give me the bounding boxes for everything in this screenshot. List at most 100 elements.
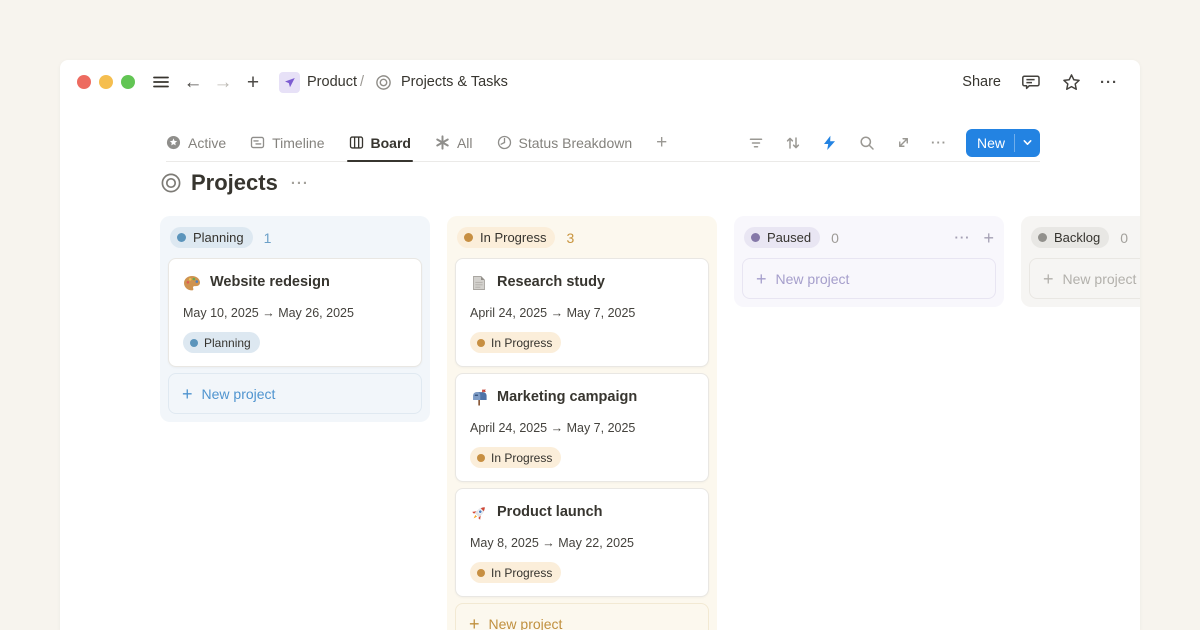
clock-chart-icon xyxy=(497,135,512,150)
page-title-row: Projects ··· xyxy=(160,170,309,196)
status-dot xyxy=(751,233,760,242)
status-dot xyxy=(190,339,198,347)
board: Planning 1 Website redesign May 10, 2025… xyxy=(160,216,1140,630)
page-title[interactable]: Projects xyxy=(191,170,278,196)
new-page-plus-icon[interactable]: + xyxy=(241,70,265,94)
card-status-badge: Planning xyxy=(183,332,260,353)
workspace-app-icon[interactable] xyxy=(279,72,300,93)
memo-icon xyxy=(470,274,488,292)
share-button[interactable]: Share xyxy=(962,74,1001,90)
new-button[interactable]: New xyxy=(966,129,1040,157)
star-circle-icon xyxy=(166,135,181,150)
plus-icon: + xyxy=(756,270,767,288)
new-project-button[interactable]: + New project xyxy=(742,258,996,299)
new-project-label: New project xyxy=(202,386,276,402)
tab-all[interactable]: All xyxy=(435,124,473,161)
status-label: In Progress xyxy=(491,336,552,350)
tab-label: Status Breakdown xyxy=(519,135,633,151)
more-options-icon[interactable]: ··· xyxy=(1100,74,1118,91)
sidebar-menu-icon[interactable] xyxy=(149,70,173,94)
column-header: In Progress 3 xyxy=(457,227,707,248)
group-count: 0 xyxy=(1120,230,1128,246)
column-planning: Planning 1 Website redesign May 10, 2025… xyxy=(160,216,430,422)
new-project-button[interactable]: + New project xyxy=(168,373,422,414)
tab-label: Timeline xyxy=(272,135,324,151)
column-header: Planning 1 xyxy=(170,227,420,248)
status-label: In Progress xyxy=(491,451,552,465)
tab-timeline[interactable]: Timeline xyxy=(250,124,324,161)
group-pill[interactable]: Backlog xyxy=(1031,227,1109,248)
new-project-label: New project xyxy=(1063,271,1137,287)
add-view-button[interactable]: + xyxy=(656,124,667,161)
new-project-button[interactable]: + New project xyxy=(455,603,709,630)
plus-icon: + xyxy=(469,615,480,630)
status-label: In Progress xyxy=(491,566,552,580)
tab-board[interactable]: Board xyxy=(349,124,411,161)
favorite-star-icon[interactable] xyxy=(1059,70,1083,94)
search-icon[interactable] xyxy=(857,133,877,153)
project-card[interactable]: Product launch May 8, 2025 → May 22, 202… xyxy=(455,488,709,597)
new-project-label: New project xyxy=(776,271,850,287)
group-name: In Progress xyxy=(480,230,546,245)
card-dates: April 24, 2025 → May 7, 2025 xyxy=(470,420,694,437)
timeline-icon xyxy=(250,135,265,150)
plus-icon: + xyxy=(182,385,193,403)
group-count: 0 xyxy=(831,230,839,246)
view-more-options-icon[interactable]: ··· xyxy=(931,135,947,150)
automation-lightning-icon[interactable] xyxy=(820,133,840,153)
project-card[interactable]: Research study April 24, 2025 → May 7, 2… xyxy=(455,258,709,367)
group-count: 3 xyxy=(566,230,574,246)
minimize-window-button[interactable] xyxy=(99,75,113,89)
board-icon xyxy=(349,135,364,150)
chevron-down-icon[interactable] xyxy=(1015,137,1040,148)
close-window-button[interactable] xyxy=(77,75,91,89)
tab-label: Board xyxy=(371,135,411,151)
view-actions: ··· New xyxy=(746,129,1040,157)
column-paused: Paused 0 ··· + + New project xyxy=(734,216,1004,307)
new-button-label: New xyxy=(966,135,1014,151)
palette-icon xyxy=(183,274,201,292)
tab-status-breakdown[interactable]: Status Breakdown xyxy=(497,124,633,161)
expand-diagonal-icon[interactable] xyxy=(894,133,914,153)
breadcrumb-workspace[interactable]: Product xyxy=(307,74,357,90)
group-name: Backlog xyxy=(1054,230,1100,245)
window-controls xyxy=(77,75,135,89)
new-project-button[interactable]: + New project xyxy=(1029,258,1140,299)
comments-icon[interactable] xyxy=(1018,70,1042,94)
status-dot xyxy=(477,454,485,462)
column-header: Paused 0 ··· + xyxy=(744,227,994,248)
page-title-menu-icon[interactable]: ··· xyxy=(291,175,309,192)
card-title: Research study xyxy=(497,272,605,293)
column-in-progress: In Progress 3 Research study April 24, 2… xyxy=(447,216,717,630)
column-backlog: Backlog 0 + New project xyxy=(1021,216,1140,307)
group-pill[interactable]: Paused xyxy=(744,227,820,248)
group-pill[interactable]: In Progress xyxy=(457,227,555,248)
project-card[interactable]: Marketing campaign April 24, 2025 → May … xyxy=(455,373,709,482)
card-title: Product launch xyxy=(497,502,603,523)
card-dates: May 8, 2025 → May 22, 2025 xyxy=(470,535,694,552)
target-icon xyxy=(371,70,395,94)
asterisk-icon xyxy=(435,135,450,150)
forward-arrow-icon[interactable]: → xyxy=(211,70,235,94)
status-dot xyxy=(464,233,473,242)
group-pill[interactable]: Planning xyxy=(170,227,253,248)
column-add-icon[interactable]: + xyxy=(983,229,994,247)
breadcrumb-page[interactable]: Projects & Tasks xyxy=(401,74,508,90)
card-status-badge: In Progress xyxy=(470,562,561,583)
filter-icon[interactable] xyxy=(746,133,766,153)
screenshot-root: { "chrome": { "breadcrumb": { "app": "Pr… xyxy=(0,0,1200,630)
tab-label: All xyxy=(457,135,473,151)
rocket-icon xyxy=(470,504,488,522)
titlebar-actions: Share ··· xyxy=(962,70,1118,94)
group-name: Planning xyxy=(193,230,244,245)
mailbox-icon xyxy=(470,389,488,407)
card-dates: May 10, 2025 → May 26, 2025 xyxy=(183,305,407,322)
project-card[interactable]: Website redesign May 10, 2025 → May 26, … xyxy=(168,258,422,367)
target-icon xyxy=(160,172,182,194)
sort-icon[interactable] xyxy=(783,133,803,153)
column-more-icon[interactable]: ··· xyxy=(954,230,970,245)
window-titlebar: ← → + Product / Projects & Tasks Share ·… xyxy=(60,60,1140,104)
tab-active[interactable]: Active xyxy=(166,124,226,161)
back-arrow-icon[interactable]: ← xyxy=(181,70,205,94)
zoom-window-button[interactable] xyxy=(121,75,135,89)
